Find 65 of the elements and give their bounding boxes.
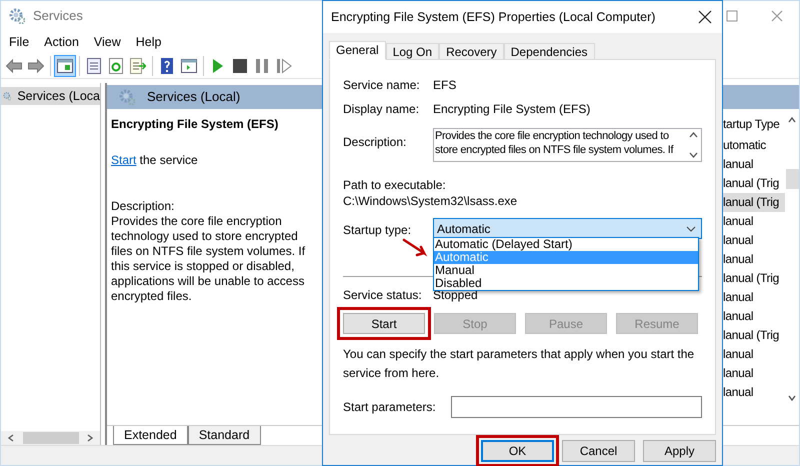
gear-icon: [9, 8, 25, 24]
export-list-icon: [130, 58, 146, 74]
menu-item[interactable]: Help: [136, 32, 162, 52]
console-tree-icon: [57, 58, 73, 74]
scroll-up-icon: [787, 115, 797, 125]
dropdown-option[interactable]: Manual: [434, 264, 698, 277]
field-label: Path to executable:: [343, 177, 447, 192]
field-label: Service status:: [343, 287, 423, 304]
view-tab[interactable]: Extended: [113, 426, 188, 445]
link-text: the service: [138, 153, 198, 167]
service-control-button: Resume: [616, 313, 698, 334]
gear-icon: [119, 89, 135, 105]
stop-icon: [232, 58, 248, 74]
dialog-button[interactable]: OK: [481, 440, 554, 462]
service-title: Encrypting File System (EFS): [111, 116, 280, 133]
menu-item[interactable]: View: [94, 32, 121, 52]
field-label: Description:: [343, 134, 408, 151]
window-title: Services: [33, 7, 83, 26]
params-note: You can specify the start parameters that apply when you start the service from here.: [343, 346, 696, 382]
help-book-icon: [159, 58, 175, 74]
startup-type-dropdown[interactable]: Automatic: [433, 218, 702, 239]
menu-item[interactable]: Action: [44, 32, 79, 52]
refresh-icon: [108, 58, 124, 74]
horizontal-scrollbar[interactable]: [1, 431, 100, 445]
tree-item[interactable]: Services (Loca: [1, 87, 100, 105]
service-control-button[interactable]: Start: [343, 313, 425, 334]
scroll-down-icon: [689, 151, 698, 159]
action-pane-icon: [181, 58, 197, 74]
service-control-button: Pause: [525, 313, 607, 334]
start-parameters-field[interactable]: [451, 396, 702, 418]
description-label: Description:: [111, 199, 176, 214]
scrollbar-thumb[interactable]: [786, 169, 798, 189]
pause-icon: [254, 58, 270, 74]
field-label: Startup type:: [343, 222, 412, 239]
close-icon[interactable]: [698, 10, 712, 24]
properties-icon: [86, 58, 102, 74]
scroll-down-icon: [787, 393, 797, 403]
description-text: Provides the core file encryption technology used to store encrypted files on NTFS file system volumes. If this service is stopped or disabled, applications will be unable to access encrypted files.: [111, 214, 306, 304]
dropdown-option[interactable]: Automatic (Delayed Start): [434, 238, 698, 251]
toolbar-button[interactable]: [54, 54, 76, 76]
service-control-button: Stop: [434, 313, 516, 334]
field-label: Start parameters:: [343, 399, 437, 416]
tab[interactable]: General: [329, 41, 386, 60]
dialog-button[interactable]: Apply: [643, 440, 716, 462]
scroll-up-icon: [689, 131, 698, 139]
column-header[interactable]: tartup Type: [723, 115, 785, 133]
back-arrow-icon: [6, 58, 22, 74]
tab[interactable]: Recovery: [439, 43, 504, 60]
dropdown-option[interactable]: Disabled: [434, 277, 698, 290]
tab[interactable]: Log On: [386, 43, 440, 60]
scrollbar-thumb[interactable]: [23, 432, 79, 444]
field-value: Stopped: [433, 288, 478, 304]
forward-arrow-icon: [28, 58, 44, 74]
dialog-button[interactable]: Cancel: [562, 440, 635, 462]
field-value: C:\Windows\System32\lsass.exe: [343, 193, 518, 208]
description-box[interactable]: Provides the core file encryption technology used to store encrypted files on NTFS file system volumes. If: [433, 128, 702, 162]
tab[interactable]: Dependencies: [504, 43, 594, 60]
menu-item[interactable]: File: [9, 32, 30, 52]
start-link[interactable]: Start: [111, 153, 136, 167]
table-cell[interactable]: lanual (Trig: [723, 193, 785, 212]
maximize-button[interactable]: [726, 10, 738, 22]
resume-icon: [276, 58, 292, 74]
dialog-title: Encrypting File System (EFS) Properties (Local Computer): [331, 8, 656, 26]
view-tab[interactable]: Standard: [188, 426, 261, 445]
chevron-down-icon: [686, 226, 696, 232]
